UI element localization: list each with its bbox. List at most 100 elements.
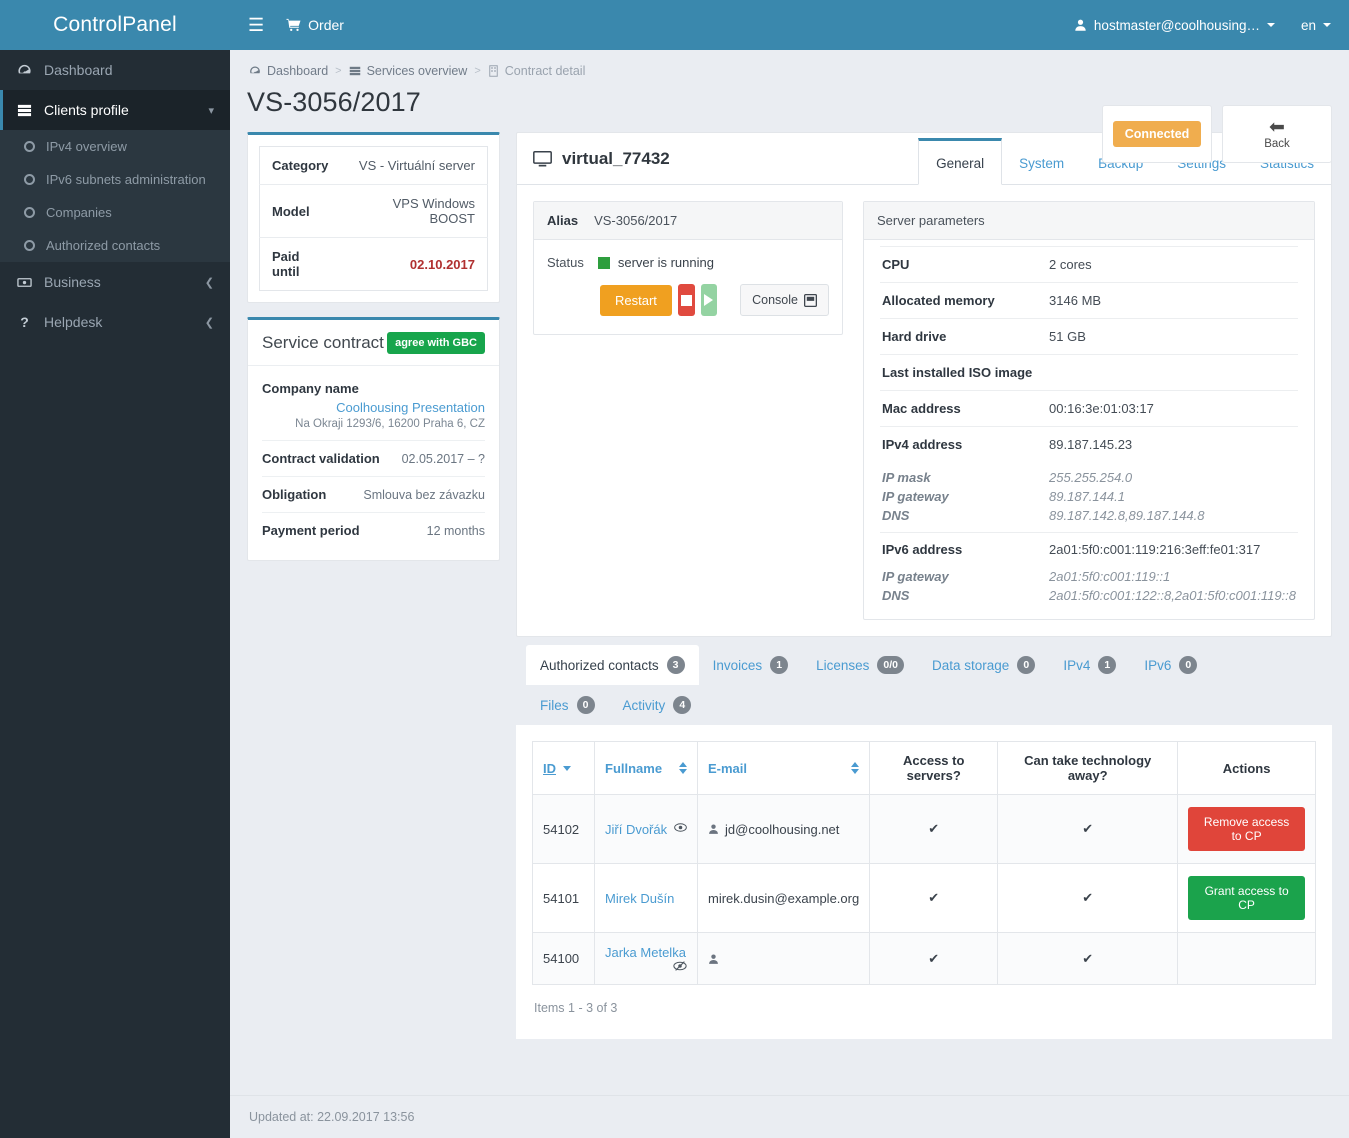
table-row: Model VPS Windows BOOST (259, 184, 488, 238)
tab-files[interactable]: Files 0 (526, 685, 609, 725)
table-row: IP gateway 89.187.144.1 (880, 487, 1298, 506)
contact-name-link[interactable]: Mirek Dušín (605, 891, 674, 906)
table-row: DNS 2a01:5f0:c001:122::8,2a01:5f0:c001:1… (880, 586, 1298, 605)
contract-value: Smlouva bez závazku (363, 488, 485, 502)
alias-value: VS-3056/2017 (594, 213, 678, 228)
user-menu[interactable]: hostmaster@coolhousing… (1074, 18, 1275, 33)
tab-activity[interactable]: Activity 4 (609, 685, 706, 725)
order-label: Order (308, 17, 344, 33)
column-label: ID (543, 760, 556, 776)
tab-invoices[interactable]: Invoices 1 (699, 645, 803, 685)
service-contract-header: Service contract agree with GBC (248, 320, 499, 366)
tab-authorized-contacts[interactable]: Authorized contacts 3 (526, 645, 699, 685)
order-button[interactable]: Order (286, 17, 344, 33)
column-header-email[interactable]: E-mail (696, 741, 871, 795)
column-header-id[interactable]: ID (532, 741, 595, 795)
column-header-access-to-servers: Access to servers? (869, 741, 999, 795)
cell-actions: Remove access to CP (1177, 794, 1316, 864)
sidebar-item-label: Helpdesk (44, 314, 103, 330)
tab-ipv4[interactable]: IPv4 1 (1049, 645, 1130, 685)
contract-key: Contract validation (262, 451, 380, 466)
sidebar-item-ipv6-subnets[interactable]: IPv6 subnets administration (0, 163, 230, 196)
tab-licenses[interactable]: Licenses 0/0 (802, 645, 918, 685)
bottom-tabs: Authorized contacts 3 Invoices 1 License… (516, 637, 1332, 725)
param-key: Hard drive (880, 318, 1048, 355)
tab-system[interactable]: System (1002, 138, 1081, 185)
summary-value: VS - Virtuální server (342, 146, 488, 185)
breadcrumb-item-dashboard[interactable]: Dashboard (249, 64, 328, 78)
sidebar-item-helpdesk[interactable]: ? Helpdesk ❮ (0, 302, 230, 342)
user-icon (708, 953, 719, 965)
page-content: Dashboard > Services overview > Contract… (230, 50, 1349, 1095)
language-menu[interactable]: en (1301, 18, 1331, 33)
agree-with-gbc-badge[interactable]: agree with GBC (387, 332, 485, 354)
status-badge: Connected (1112, 121, 1202, 147)
grant-access-button[interactable]: Grant access to CP (1188, 876, 1305, 920)
sidebar-item-clients-profile[interactable]: Clients profile ▾ (0, 90, 230, 130)
console-button[interactable]: Console (740, 284, 829, 316)
param-subkey: DNS (882, 588, 910, 603)
sidebar-nav: Dashboard Clients profile ▾ IPv4 overvie… (0, 50, 230, 342)
column-header-fullname[interactable]: Fullname (594, 741, 698, 795)
sidebar-item-dashboard[interactable]: Dashboard (0, 50, 230, 90)
company-name-link[interactable]: Coolhousing Presentation (262, 400, 485, 415)
remove-access-button[interactable]: Remove access to CP (1188, 807, 1305, 851)
contact-name-link[interactable]: Jiří Dvořák (605, 822, 667, 837)
tab-general[interactable]: General (918, 138, 1003, 185)
cart-icon (286, 18, 301, 32)
summary-key: Paid until (272, 249, 300, 279)
console-label: Console (752, 293, 798, 307)
tab-ipv6[interactable]: IPv6 0 (1130, 645, 1211, 685)
table-row: IP gateway 2a01:5f0:c001:119::1 (880, 567, 1298, 586)
sidebar-item-business[interactable]: Business ❮ (0, 262, 230, 302)
building-icon (488, 65, 499, 77)
summary-value-paid-until: 02.10.2017 (409, 256, 475, 272)
table-row: Paid until 02.10.2017 (260, 238, 488, 291)
eye-icon[interactable] (674, 822, 687, 833)
cell-fullname: Jiří Dvořák (594, 794, 698, 864)
tab-count-badge: 1 (770, 656, 789, 674)
sidebar-item-label: Clients profile (44, 102, 129, 118)
hamburger-icon[interactable]: ☰ (248, 16, 264, 34)
param-value: 3146 MB (1047, 282, 1298, 319)
company-name-label: Company name (262, 381, 359, 396)
contacts-table-wrap: ID Fullname E-mail Access to servers? Ca… (516, 725, 1332, 1039)
tab-data-storage[interactable]: Data storage 0 (918, 645, 1049, 685)
sidebar-item-authorized-contacts[interactable]: Authorized contacts (0, 229, 230, 262)
sidebar-item-companies[interactable]: Companies (0, 196, 230, 229)
header-actions: Connected ⬅ Back (1102, 105, 1332, 163)
breadcrumb-item-services-overview[interactable]: Services overview (349, 64, 467, 78)
sidebar-subitem-label: IPv6 subnets administration (46, 172, 206, 187)
sidebar-subitem-label: Authorized contacts (46, 238, 161, 253)
start-button[interactable] (700, 284, 718, 316)
circle-icon (24, 240, 35, 251)
contract-row: Obligation Smlouva bez závazku (262, 477, 485, 513)
chevron-down-icon (1266, 23, 1275, 27)
restart-button[interactable]: Restart (600, 284, 672, 316)
contact-name-link[interactable]: Jarka Metelka (605, 945, 686, 960)
sidebar-subitem-label: Companies (46, 205, 112, 220)
param-subkey: IP gateway (882, 569, 949, 584)
server-stack-icon (349, 65, 361, 77)
server-panel-body: Alias VS-3056/2017 Status server is runn… (517, 185, 1331, 636)
tab-label: Licenses (816, 657, 870, 673)
table-header-row: ID Fullname E-mail Access to servers? Ca… (532, 741, 1316, 795)
summary-value: VPS Windows BOOST (342, 184, 488, 238)
cell-email (696, 932, 871, 985)
back-button[interactable]: ⬅ Back (1222, 105, 1332, 163)
brand-logo[interactable]: ControlPanel (0, 0, 230, 50)
stop-button[interactable] (677, 284, 695, 316)
param-subkey: IP mask (882, 470, 931, 485)
param-subvalue: 2a01:5f0:c001:119::1 (1049, 569, 1171, 584)
tab-count-badge: 1 (1098, 656, 1117, 674)
sort-icon (679, 762, 687, 774)
table-row: IP mask 255.255.254.0 (880, 462, 1298, 487)
server-action-buttons: Restart Console (547, 284, 829, 316)
table-row: 54102 Jiří Dvořák jd@coolhousing.net ✔ ✔… (532, 794, 1316, 864)
eye-slash-icon[interactable] (673, 960, 687, 972)
content-columns: Category VS - Virtuální server Model VPS… (247, 132, 1332, 1039)
contract-value: 12 months (426, 524, 485, 538)
sidebar-item-ipv4-overview[interactable]: IPv4 overview (0, 130, 230, 163)
service-contract-body: Company name Coolhousing Presentation Na… (248, 366, 499, 560)
tab-count-badge: 0/0 (877, 656, 905, 674)
